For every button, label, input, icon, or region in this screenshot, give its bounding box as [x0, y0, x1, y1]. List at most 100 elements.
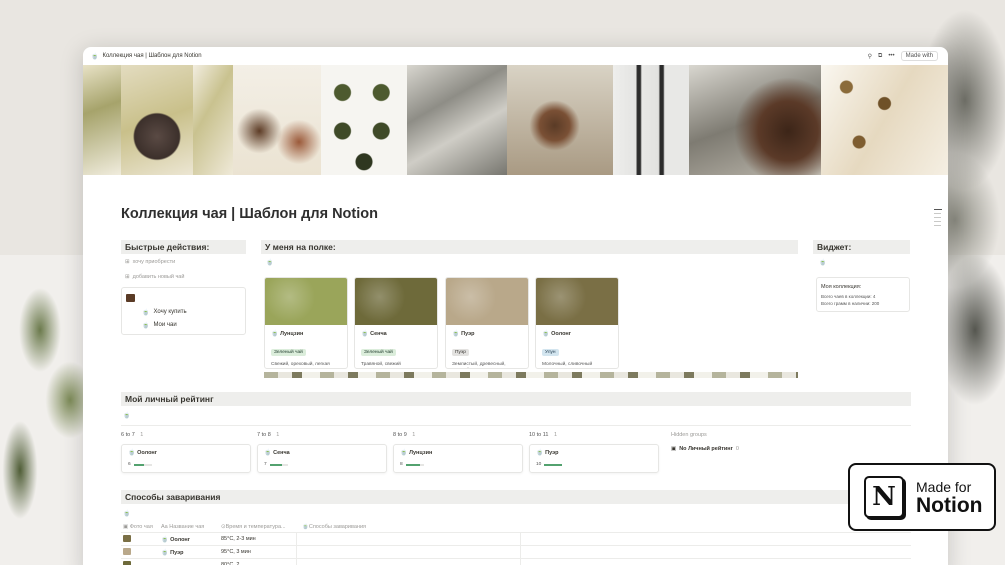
quick-links-box: 🍵 Хочу купить 🍵 Мои чаи	[121, 287, 246, 335]
progress-fill	[133, 463, 145, 466]
divider	[121, 425, 911, 426]
tea-icon: 🍵	[271, 331, 281, 337]
rating-card[interactable]: 🍵 Пуэр 10	[529, 444, 659, 473]
cell-photo	[121, 534, 161, 544]
tea-description: Свежий, ореховый, легкая сладость	[271, 362, 330, 367]
rating-column: 8 to 9 1 🍵 Лунцзин 8	[393, 432, 523, 473]
link-my-teas[interactable]: 🍵 Мои чаи	[142, 322, 177, 329]
page-title: Коллекция чая | Шаблон для Notion	[121, 206, 378, 222]
tea-icon: 🍵	[542, 331, 552, 337]
progress-track	[544, 463, 563, 466]
notion-logo-icon: N	[864, 476, 904, 518]
eye-off-icon: ▣	[671, 446, 677, 452]
tea-card[interactable]: 🍵 Оолонг Улун Молочный, сливочный	[535, 277, 619, 369]
column-header[interactable]: 8 to 9 1	[393, 432, 523, 438]
hidden-group-label: No Личный рейтинг	[679, 446, 733, 452]
tea-name-text: Сенча	[370, 331, 387, 337]
rating-card[interactable]: 🍵 Лунцзин 8	[393, 444, 523, 473]
tea-thumbnail	[123, 534, 131, 542]
tea-icon: 🍵	[400, 450, 410, 456]
made-with-button[interactable]: Made with	[900, 51, 938, 61]
more-icon[interactable]: •••	[888, 53, 894, 59]
quick-actions-heading: Быстрые действия:	[121, 240, 246, 254]
add-tea-button[interactable]: ⊞ добавить новый чай	[125, 274, 184, 280]
tea-name: 🍵 Оолонг	[542, 330, 612, 337]
tea-card[interactable]: 🍵 Лунцзин Зеленый чай Свежий, ореховый, ле…	[264, 277, 348, 369]
tea-name-text: Лунцзин	[280, 331, 304, 337]
tea-thumbnail	[123, 547, 131, 555]
cover-tile	[407, 65, 507, 175]
link-label: Мои чаи	[153, 322, 177, 328]
cell-photo	[121, 560, 161, 565]
duplicate-icon[interactable]: ⧉	[878, 53, 882, 60]
cover-tile	[821, 65, 948, 175]
col-photo-header[interactable]: ▣ Фото чая	[121, 524, 161, 530]
col-label: Название чая	[169, 524, 205, 530]
tea-icon: 🍵	[266, 260, 274, 266]
column-count: 1	[412, 432, 416, 438]
want-to-buy-button[interactable]: ⊞ хочу приобрести	[125, 259, 175, 265]
link-label: Хочу купить	[153, 309, 187, 315]
rating-score: 10	[536, 462, 542, 467]
tea-icon: 🍵	[161, 549, 171, 556]
tea-name: 🍵 Сенча	[361, 330, 431, 337]
search-icon[interactable]: ⚲	[868, 53, 872, 60]
rating-progress: 8	[400, 462, 516, 467]
link-want-to-buy[interactable]: 🍵 Хочу купить	[142, 309, 187, 316]
rating-card[interactable]: 🍵 Оолонг 6	[121, 444, 251, 473]
badge-line2: Notion	[916, 493, 983, 517]
cell-method	[297, 533, 521, 545]
column-label: 7 to 8	[257, 432, 271, 438]
cell-time: 80°C, 2	[221, 559, 297, 565]
rating-heading: Мой личный рейтинг	[121, 392, 911, 406]
column-header[interactable]: 10 to 11 1	[529, 432, 659, 438]
tea-photo	[446, 278, 528, 325]
table-row[interactable]: 🍵 Оолонг 85°C, 2-3 мин	[121, 533, 911, 546]
tea-name-text: Пуэр	[461, 331, 475, 337]
tea-icon: 🍵	[452, 331, 462, 337]
cover-tile	[613, 65, 689, 175]
column-header[interactable]: 6 to 7 1	[121, 432, 251, 438]
rating-card[interactable]: 🍵 Сенча 7	[257, 444, 387, 473]
rating-progress: 7	[264, 462, 380, 467]
widget-line-teas: Всего чаев в коллекции: 4	[821, 294, 876, 299]
table-row[interactable]: 80°C, 2	[121, 559, 911, 565]
tea-card[interactable]: 🍵 Сенча Зеленый чай Травяной, свежий	[354, 277, 438, 369]
hidden-group-item[interactable]: ▣ No Личный рейтинг 0	[671, 446, 739, 452]
cell-method	[297, 546, 521, 558]
tea-icon: 🍵	[123, 511, 131, 517]
column-label: 8 to 9	[393, 432, 407, 438]
shelf-heading: У меня на полке:	[261, 240, 798, 254]
col-label: Время и температура...	[225, 524, 286, 530]
notion-window: 🍵 Коллекция чая | Шаблон для Notion ⚲ ⧉ …	[83, 47, 948, 565]
rating-score: 6	[128, 462, 131, 467]
window-title[interactable]: Коллекция чая | Шаблон для Notion	[102, 53, 201, 59]
cover-tile	[193, 65, 233, 175]
cell-name-text: Пуэр	[170, 549, 184, 556]
col-name-header[interactable]: Aa Название чая	[161, 524, 221, 530]
rating-score: 7	[264, 462, 267, 467]
table-of-contents[interactable]	[934, 209, 942, 226]
rating-score: 8	[400, 462, 403, 467]
cover-tile	[233, 65, 321, 175]
table-row[interactable]: 🍵 Пуэр 95°C, 3 мин	[121, 546, 911, 559]
plus-icon: ⊞	[125, 259, 130, 265]
cell-name-text: Оолонг	[170, 536, 191, 543]
cover-tile	[121, 65, 193, 175]
topbar-actions: ⚲ ⧉ ••• Made with	[868, 47, 938, 65]
table-header: ▣ Фото чая Aa Название чая ⊙ Время и тем…	[121, 522, 911, 533]
badge-line1: Made for	[916, 478, 972, 495]
cover-tile	[689, 65, 821, 175]
progress-fill	[544, 463, 563, 466]
rating-column: 7 to 8 1 🍵 Сенча 7	[257, 432, 387, 473]
tea-card[interactable]: 🍵 ПуэрПуэрЗемлистый, древесный, терпкий	[445, 277, 529, 369]
plus-icon: ⊞	[125, 274, 130, 280]
column-header[interactable]: 7 to 8 1	[257, 432, 387, 438]
tea-type-tag: Зеленый чай	[271, 349, 306, 356]
card-title-text: Пуэр	[545, 450, 559, 456]
col-method-header[interactable]: 🍵 Способы заваривания	[297, 522, 521, 532]
progress-track	[133, 463, 152, 466]
gallery-strip	[264, 372, 798, 378]
rating-progress: 10	[536, 462, 652, 467]
col-time-header[interactable]: ⊙ Время и температура...	[221, 522, 297, 532]
